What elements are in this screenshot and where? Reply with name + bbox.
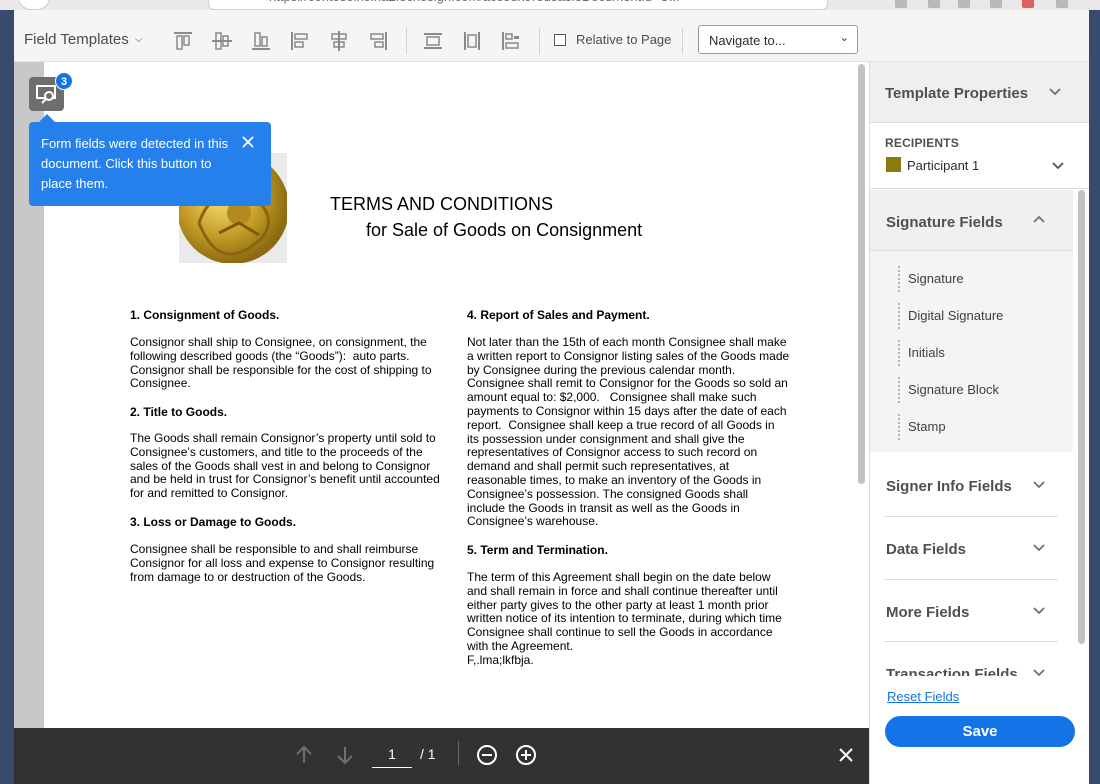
- reset-fields-link[interactable]: Reset Fields: [887, 689, 959, 704]
- section-body: The term of this Agreement shall begin o…: [467, 570, 782, 667]
- chevron-down-icon: ⌵: [134, 34, 143, 45]
- chevron-down-icon: ⌄: [839, 32, 849, 44]
- divider: [884, 516, 1058, 517]
- field-templates-dropdown[interactable]: Field Templates ⌵: [24, 31, 142, 48]
- toolbar-divider: [539, 28, 540, 54]
- recipients-label: RECIPIENTS: [885, 136, 960, 150]
- align-bottom-icon[interactable]: [250, 30, 272, 52]
- extension-red-icon[interactable]: [1022, 0, 1034, 8]
- close-pager-button[interactable]: [833, 742, 859, 768]
- section-heading: 2. Title to Goods.: [130, 405, 228, 419]
- document-scroll-thumb[interactable]: [858, 64, 865, 484]
- download-icon[interactable]: [895, 0, 907, 8]
- chevron-down-icon[interactable]: [1032, 540, 1046, 554]
- browser-url-field[interactable]: https://contosoinc.na2.echosign.com/acco…: [208, 0, 828, 10]
- next-page-button[interactable]: [332, 742, 358, 768]
- more-fields-title[interactable]: More Fields: [886, 604, 969, 621]
- library-icon[interactable]: [928, 0, 940, 8]
- section-body: The Goods shall remain Consignor’s prope…: [130, 431, 440, 501]
- match-width-icon[interactable]: [461, 30, 483, 52]
- relative-to-page-label: Relative to Page: [576, 32, 672, 47]
- section-heading: 3. Loss or Damage to Goods.: [130, 515, 297, 529]
- chevron-up-icon[interactable]: [1032, 212, 1046, 226]
- align-horizontal-center-icon[interactable]: [328, 30, 350, 52]
- distribute-icon[interactable]: [500, 30, 522, 52]
- toolbar-divider: [406, 28, 407, 54]
- section-heading: 4. Report of Sales and Payment.: [467, 308, 650, 322]
- template-properties-title: Template Properties: [885, 85, 1029, 102]
- close-icon: [839, 748, 853, 762]
- browser-toolbar: https://contosoinc.na2.echosign.com/acco…: [0, 0, 1100, 10]
- field-initials[interactable]: Initials: [898, 340, 1068, 366]
- divider: [884, 579, 1058, 580]
- previous-page-button[interactable]: [291, 742, 317, 768]
- menu-icon[interactable]: [1056, 0, 1068, 8]
- field-digital-signature[interactable]: Digital Signature: [898, 303, 1068, 329]
- detected-count-badge: 3: [55, 72, 73, 90]
- recipient-color-swatch: [886, 157, 901, 172]
- field-stamp[interactable]: Stamp: [898, 414, 1068, 440]
- tooltip-text: Form fields were detected in this docume…: [41, 136, 229, 191]
- sidebar-icon[interactable]: [958, 0, 970, 8]
- signature-fields-title: Signature Fields: [886, 214, 1003, 231]
- divider: [884, 641, 1058, 642]
- chevron-down-icon[interactable]: [1051, 158, 1065, 172]
- navigate-to-select[interactable]: Navigate to... ⌄: [698, 25, 858, 54]
- tooltip-arrow: [39, 114, 55, 122]
- save-button[interactable]: Save: [885, 716, 1075, 747]
- zoom-in-icon: [516, 745, 536, 765]
- arrow-up-icon: [296, 745, 312, 763]
- close-icon[interactable]: [240, 135, 256, 151]
- field-signature-block[interactable]: Signature Block: [898, 377, 1068, 403]
- signer-info-fields-title[interactable]: Signer Info Fields: [886, 478, 1012, 495]
- section-heading: 1. Consignment of Goods.: [130, 308, 280, 322]
- chevron-down-icon[interactable]: [1032, 603, 1046, 617]
- section-body: Not later than the 15th of each month Co…: [467, 335, 790, 529]
- pager-divider: [458, 741, 459, 765]
- page-total: / 1: [420, 746, 436, 762]
- page-number-input[interactable]: 1: [372, 742, 412, 768]
- zoom-out-icon: [477, 745, 497, 765]
- align-right-icon[interactable]: [367, 30, 389, 52]
- align-top-icon[interactable]: [172, 30, 194, 52]
- zoom-in-button[interactable]: [513, 742, 539, 768]
- arrow-down-icon: [337, 747, 353, 765]
- extension-icon[interactable]: [990, 0, 1002, 8]
- align-left-icon[interactable]: [289, 30, 311, 52]
- chevron-down-icon[interactable]: [1048, 84, 1062, 98]
- divider: [870, 188, 1089, 189]
- document-subtitle: for Sale of Goods on Consignment: [366, 220, 643, 240]
- section-body: Consignee shall be responsible to and sh…: [130, 542, 435, 584]
- page-controls-bar: [14, 728, 869, 784]
- section-heading: 5. Term and Termination.: [467, 543, 608, 557]
- data-fields-title[interactable]: Data Fields: [886, 541, 966, 558]
- field-templates-label: Field Templates: [24, 31, 129, 48]
- recipient-select[interactable]: Participant 1: [907, 158, 979, 173]
- document-title: TERMS AND CONDITIONS: [330, 194, 554, 214]
- toolbar-divider: [682, 28, 683, 54]
- chevron-down-icon[interactable]: [1032, 477, 1046, 491]
- browser-back-button[interactable]: [18, 0, 50, 10]
- relative-to-page-checkbox[interactable]: [554, 34, 566, 46]
- section-body: Consignor shall ship to Consignee, on co…: [130, 335, 432, 391]
- align-vertical-center-icon[interactable]: [211, 30, 233, 52]
- navigate-to-value: Navigate to...: [709, 33, 786, 48]
- match-height-icon[interactable]: [422, 30, 444, 52]
- panel-scroll-thumb[interactable]: [1078, 190, 1085, 644]
- zoom-out-button[interactable]: [474, 742, 500, 768]
- field-signature[interactable]: Signature: [898, 266, 1068, 292]
